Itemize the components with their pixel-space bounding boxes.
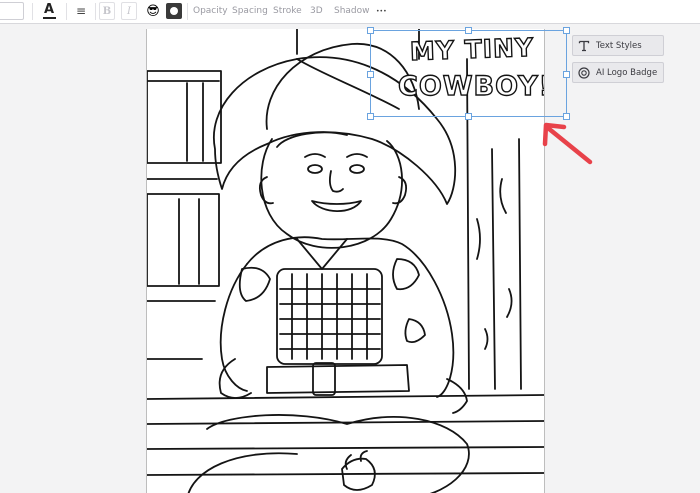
toolbar-divider (32, 3, 33, 20)
format-toolbar: A ≡ B I 😎 Opacity Spacing Stroke 3D Shad… (0, 0, 700, 24)
text-selection-box[interactable] (367, 27, 570, 120)
fill-swatch-icon (170, 7, 178, 15)
text-styles-label: Text Styles (596, 40, 642, 51)
italic-button[interactable]: I (121, 2, 137, 20)
font-size-field[interactable] (0, 2, 24, 20)
ai-logo-badge-button[interactable]: AI Logo Badge (572, 62, 664, 83)
selection-handle[interactable] (563, 27, 570, 34)
selection-handle[interactable] (367, 27, 374, 34)
text-color-swatch (42, 17, 56, 19)
opacity-button[interactable]: Opacity (193, 4, 228, 18)
badge-icon (578, 66, 590, 79)
selection-handle[interactable] (367, 113, 374, 120)
text-color-button[interactable]: A (38, 2, 60, 20)
shadow-button[interactable]: Shadow (334, 4, 370, 18)
ai-logo-badge-label: AI Logo Badge (596, 67, 658, 78)
text-color-glyph: A (43, 2, 55, 17)
stroke-button[interactable]: Stroke (273, 4, 302, 18)
red-arrow-annotation (542, 122, 593, 165)
selection-handle[interactable] (563, 71, 570, 78)
canvas-area: MY TINY COWBOY! Text Styles AI Logo Badg… (0, 25, 700, 493)
text-t-icon (578, 40, 590, 52)
toolbar-divider (187, 3, 188, 20)
sunglasses-emoji-icon: 😎 (146, 3, 160, 19)
emoji-button[interactable]: 😎 (144, 2, 162, 20)
toolbar-divider (95, 3, 96, 20)
3d-button[interactable]: 3D (310, 4, 323, 18)
align-center-icon: ≡ (75, 4, 87, 18)
bold-glyph: B (102, 5, 112, 17)
selection-handle[interactable] (563, 113, 570, 120)
italic-glyph: I (127, 5, 131, 17)
text-styles-button[interactable]: Text Styles (572, 35, 664, 56)
selection-handle[interactable] (367, 71, 374, 78)
fill-color-button[interactable] (166, 3, 182, 19)
spacing-button[interactable]: Spacing (232, 4, 268, 18)
align-button[interactable]: ≡ (72, 2, 90, 20)
selection-handle[interactable] (465, 113, 472, 120)
more-options-button[interactable]: ••• (376, 4, 387, 18)
toolbar-divider (66, 3, 67, 20)
bold-button[interactable]: B (99, 2, 115, 20)
selection-handle[interactable] (465, 27, 472, 34)
